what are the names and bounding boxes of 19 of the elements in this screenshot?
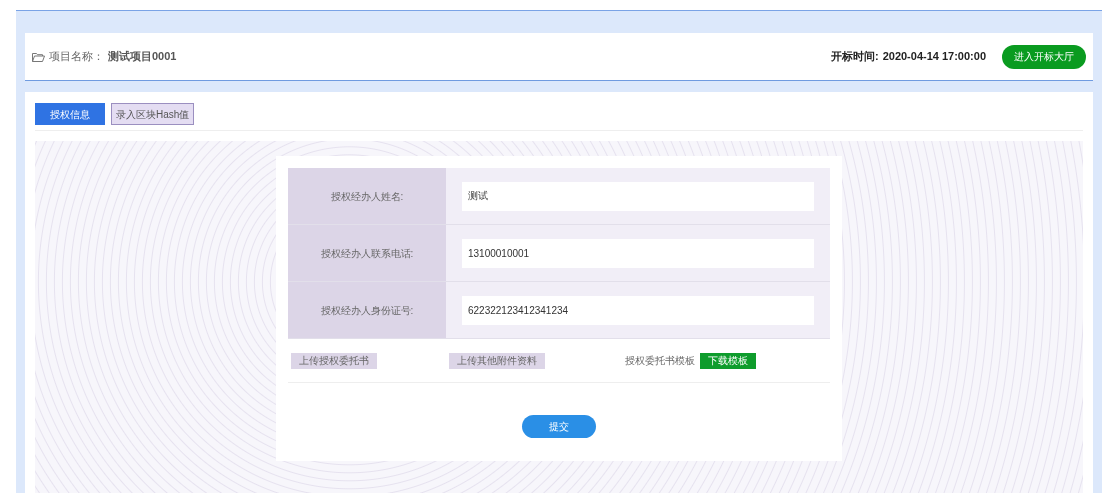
submit-button[interactable]: 提交 [522, 415, 596, 438]
open-time-value: 2020-04-14 17:00:00 [882, 49, 986, 65]
field-label: 授权经办人姓名: [288, 168, 446, 224]
input-field[interactable]: 622322123412341234 [462, 295, 814, 325]
input-field[interactable]: 测试 [462, 181, 814, 211]
tab[interactable]: 录入区块Hash值 [111, 103, 195, 125]
input-field[interactable]: 13100010001 [462, 238, 814, 268]
download-template-button[interactable]: 下载模板 [700, 352, 756, 369]
tab[interactable]: 授权信息 [35, 103, 105, 125]
template-label: 授权委托书模板 [625, 354, 695, 368]
open-time-label: 开标时间: [830, 49, 879, 65]
field-label: 授权经办人联系电话: [288, 225, 446, 281]
project-name: 测试项目0001 [108, 49, 177, 65]
project-label: 项目名称： [49, 49, 104, 65]
upload-button[interactable]: 上传授权委托书 [291, 352, 377, 369]
upload-button[interactable]: 上传其他附件资料 [449, 352, 545, 369]
enter-hall-button[interactable]: 进入开标大厅 [1002, 44, 1086, 69]
field-label: 授权经办人身份证号: [288, 282, 446, 338]
folder-icon [32, 51, 45, 62]
